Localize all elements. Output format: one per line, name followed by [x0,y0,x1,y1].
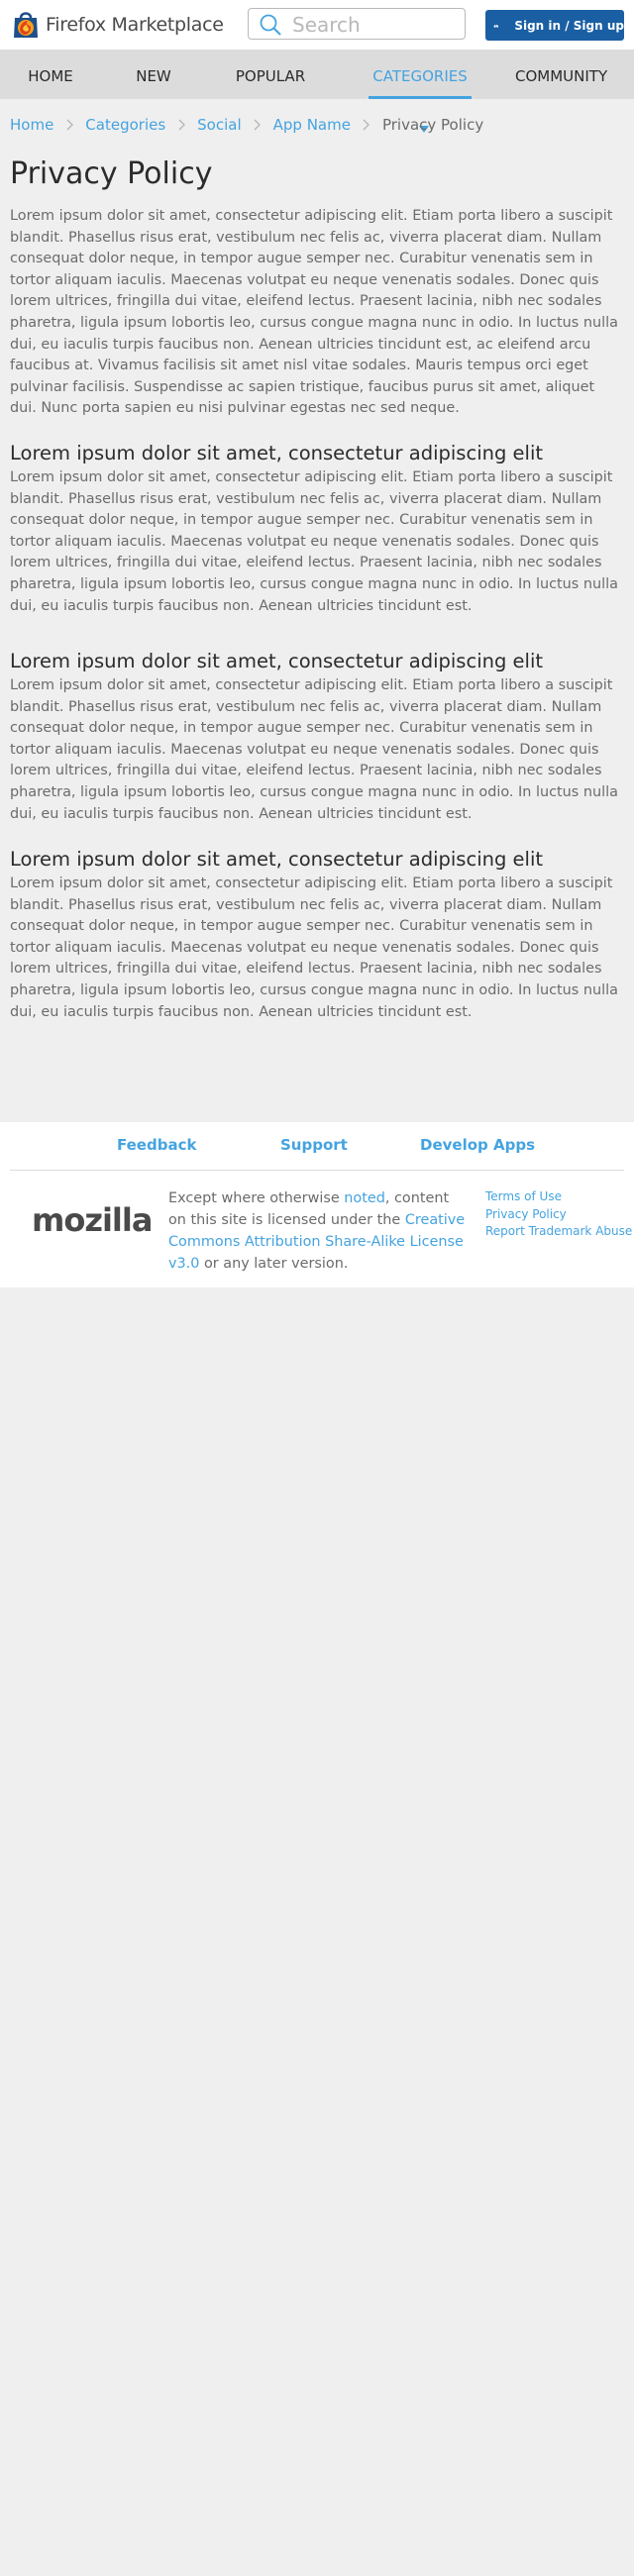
breadcrumb-social[interactable]: Social [197,116,241,134]
brand[interactable]: Firefox Marketplace [10,9,224,41]
privacy-policy-link[interactable]: Privacy Policy [485,1206,632,1224]
nav-community[interactable]: COMMUNITY [515,50,608,99]
nav-home-label: HOME [28,67,73,85]
sign-in-button[interactable]: Sign in / Sign up [485,10,624,41]
terms-of-use-link[interactable]: Terms of Use [485,1188,632,1206]
sign-in-label: Sign in / Sign up [514,18,624,33]
search-icon[interactable] [259,13,282,37]
section-heading: Lorem ipsum dolor sit amet, consectetur … [10,848,544,871]
footer-divider [10,1170,624,1171]
report-trademark-abuse-link[interactable]: Report Trademark Abuse [485,1223,632,1241]
nav-popular[interactable]: POPULAR [230,50,311,99]
feedback-link[interactable]: Feedback [117,1136,196,1154]
section-heading: Lorem ipsum dolor sit amet, consectetur … [10,442,544,464]
legal-links: Terms of Use Privacy Policy Report Trade… [485,1188,632,1241]
chevron-right-icon [178,119,185,131]
breadcrumb-categories[interactable]: Categories [85,116,165,134]
chevron-right-icon [66,119,73,131]
main-nav: HOME NEW POPULAR CATEGORIES COMMUNITY [0,50,634,133]
firefox-marketplace-logo [14,12,38,38]
section-paragraph: Lorem ipsum dolor sit amet, consectetur … [10,677,618,822]
section-paragraph: Lorem ipsum dolor sit amet, consectetur … [10,876,618,1020]
search-box[interactable] [248,8,466,40]
nav-home[interactable]: HOME [20,50,81,99]
user-cloud-icon [493,24,499,28]
intro-paragraph: Lorem ipsum dolor sit amet, consectetur … [10,208,618,417]
nav-new[interactable]: NEW [129,50,178,99]
breadcrumb: Home Categories Social App Name Privacy … [10,115,483,135]
nav-categories[interactable]: CATEGORIES [369,50,472,133]
license-notice: Except where otherwise noted, content on… [168,1190,466,1272]
chevron-right-icon [364,119,370,131]
nav-popular-label: POPULAR [235,67,306,85]
nav-community-label: COMMUNITY [515,67,608,85]
support-link[interactable]: Support [280,1136,348,1154]
search-input[interactable] [292,12,461,38]
section-heading: Lorem ipsum dolor sit amet, consectetur … [10,650,544,672]
nav-new-label: NEW [136,67,171,85]
brand-name: Firefox Marketplace [46,14,224,36]
develop-apps-link[interactable]: Develop Apps [420,1136,535,1154]
mozilla-logo[interactable]: mozilla [32,1201,153,1239]
breadcrumb-home[interactable]: Home [10,116,53,134]
nav-categories-label: CATEGORIES [372,67,468,85]
breadcrumb-app-name[interactable]: App Name [273,116,351,134]
footer: Feedback Support Develop Apps mozilla Ex… [0,1122,634,1288]
page-title: Privacy Policy [10,156,213,191]
top-bar: Firefox Marketplace Sign in / Sign up [0,0,634,50]
chevron-right-icon [254,119,262,131]
section-paragraph: Lorem ipsum dolor sit amet, consectetur … [10,469,618,614]
breadcrumb-current: Privacy Policy [381,116,484,134]
noted-link[interactable]: noted [344,1190,385,1206]
